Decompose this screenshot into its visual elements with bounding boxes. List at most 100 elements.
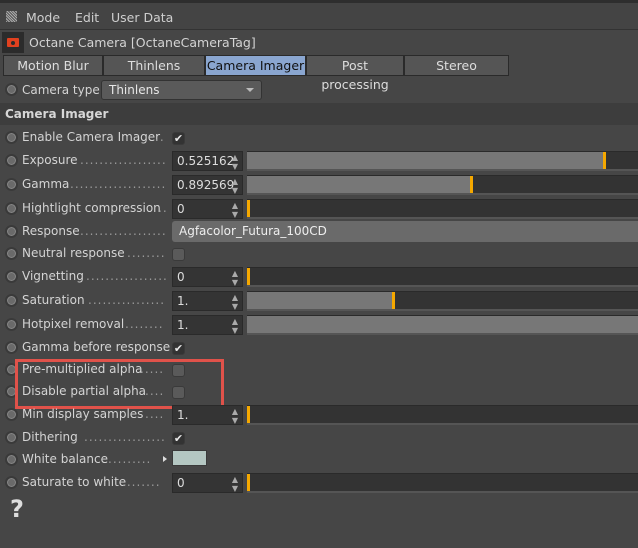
vignetting-input[interactable]: 0 ▲ ▼: [172, 267, 243, 287]
row-gamma: Gamma .................... 0.892569 ▲ ▼: [0, 174, 638, 196]
menu-bar: Mode Edit User Data: [0, 0, 638, 30]
slider-fill: [247, 152, 603, 169]
label: Neutral response: [22, 246, 125, 260]
animate-radio-icon[interactable]: [5, 225, 18, 238]
value: 1.: [177, 294, 189, 308]
animate-radio-icon[interactable]: [5, 341, 18, 354]
animate-radio-icon[interactable]: [5, 83, 18, 96]
menu-edit[interactable]: Edit: [75, 10, 99, 25]
stepper-icon[interactable]: ▲ ▼: [232, 406, 238, 425]
row-dithering: Dithering ................. ✔: [0, 427, 638, 449]
leader-dots: .................: [84, 430, 166, 444]
leader-dots: ........: [125, 317, 164, 331]
animate-radio-icon[interactable]: [5, 453, 18, 466]
slider-handle[interactable]: [247, 200, 250, 217]
slider-handle[interactable]: [603, 152, 606, 169]
saturation-input[interactable]: 1. ▲ ▼: [172, 291, 243, 311]
grip-icon[interactable]: [6, 11, 17, 22]
row-vignetting: Vignetting ................. 0 ▲ ▼: [0, 266, 638, 288]
value: 1.: [177, 408, 189, 422]
min-display-samples-slider[interactable]: [247, 405, 638, 425]
section-header: Camera Imager: [0, 103, 638, 125]
row-white-balance: White balance .........: [0, 449, 638, 471]
label: White balance: [22, 452, 108, 466]
animate-radio-icon[interactable]: [5, 202, 18, 215]
saturate-to-white-input[interactable]: 0 ▲ ▼: [172, 473, 243, 493]
expand-arrow-icon[interactable]: [163, 456, 167, 462]
tab-post-processing[interactable]: Post processing: [306, 55, 404, 92]
animate-radio-icon[interactable]: [5, 294, 18, 307]
exposure-input[interactable]: 0.525162 ▲ ▼: [172, 151, 243, 171]
hotpixel-removal-input[interactable]: 1. ▲ ▼: [172, 315, 243, 335]
row-gamma-before-response: Gamma before response ✔: [0, 337, 638, 359]
leader-dots: ..: [155, 130, 165, 144]
slider-handle[interactable]: [247, 406, 250, 423]
highlight-box: [15, 359, 224, 409]
dithering-checkbox[interactable]: ✔: [172, 432, 185, 445]
exposure-slider[interactable]: [247, 151, 638, 171]
min-display-samples-input[interactable]: 1. ▲ ▼: [172, 405, 243, 425]
animate-radio-icon[interactable]: [5, 476, 18, 489]
hotpixel-removal-slider[interactable]: [247, 315, 638, 335]
value: 0: [177, 476, 185, 490]
leader-dots: ....: [145, 407, 165, 421]
label: Vignetting: [22, 269, 84, 283]
stepper-icon[interactable]: ▲ ▼: [232, 152, 238, 171]
animate-radio-icon[interactable]: [5, 270, 18, 283]
slider-fill: [247, 292, 392, 309]
camera-tag-icon: [2, 32, 24, 53]
slider-handle[interactable]: [392, 292, 395, 309]
saturate-to-white-slider[interactable]: [247, 473, 638, 493]
tab-bar: Motion Blur Thinlens Camera Imager Post …: [3, 55, 509, 92]
value: 0: [177, 270, 185, 284]
gamma-slider[interactable]: [247, 175, 638, 195]
row-response: Response .................. Agfacolor_Fu…: [0, 221, 638, 243]
slider-handle[interactable]: [247, 268, 250, 285]
label: Saturation: [22, 293, 85, 307]
tab-camera-imager[interactable]: Camera Imager: [205, 55, 306, 76]
animate-radio-icon[interactable]: [5, 247, 18, 260]
stepper-icon[interactable]: ▲ ▼: [232, 292, 238, 311]
animate-radio-icon[interactable]: [5, 178, 18, 191]
tab-thinlens[interactable]: Thinlens: [103, 55, 205, 76]
stepper-icon[interactable]: ▲ ▼: [232, 474, 238, 493]
row-saturate-to-white: Saturate to white ........ 0 ▲ ▼: [0, 472, 638, 494]
stepper-icon[interactable]: ▲ ▼: [232, 200, 238, 219]
slider-handle[interactable]: [470, 176, 473, 193]
animate-radio-icon[interactable]: [5, 318, 18, 331]
enable-camera-imager-checkbox[interactable]: ✔: [172, 132, 185, 145]
leader-dots: ........: [122, 475, 161, 489]
leader-dots: ....................: [70, 177, 167, 191]
label: Gamma: [22, 177, 70, 191]
white-balance-color-swatch[interactable]: [172, 450, 207, 466]
menu-mode[interactable]: Mode: [26, 10, 60, 25]
tab-stereo[interactable]: Stereo: [404, 55, 509, 76]
tab-motion-blur[interactable]: Motion Blur: [3, 55, 103, 76]
animate-radio-icon[interactable]: [5, 154, 18, 167]
menu-user-data[interactable]: User Data: [111, 10, 173, 25]
label: Enable Camera Imager: [22, 130, 161, 144]
stepper-icon[interactable]: ▲ ▼: [232, 176, 238, 195]
slider-handle[interactable]: [247, 474, 250, 491]
vignetting-slider[interactable]: [247, 267, 638, 287]
leader-dots: ..................: [80, 153, 167, 167]
row-neutral-response: Neutral response ........: [0, 243, 638, 265]
gamma-before-response-checkbox[interactable]: ✔: [172, 342, 185, 355]
highlight-compression-input[interactable]: 0 ▲ ▼: [172, 199, 243, 219]
leader-dots: .................: [86, 269, 168, 283]
neutral-response-checkbox[interactable]: [172, 248, 185, 261]
animate-radio-icon[interactable]: [5, 131, 18, 144]
leader-dots: ........: [127, 246, 166, 260]
gamma-input[interactable]: 0.892569 ▲ ▼: [172, 175, 243, 195]
highlight-compression-slider[interactable]: [247, 199, 638, 219]
saturation-slider[interactable]: [247, 291, 638, 311]
response-dropdown[interactable]: Agfacolor_Futura_100CD: [172, 221, 638, 242]
animate-radio-icon[interactable]: [5, 431, 18, 444]
value: 0: [177, 202, 185, 216]
stepper-icon[interactable]: ▲ ▼: [232, 316, 238, 335]
help-icon[interactable]: ?: [10, 495, 24, 523]
camera-type-dropdown[interactable]: Thinlens: [101, 80, 262, 100]
label: Response: [22, 224, 80, 238]
stepper-icon[interactable]: ▲ ▼: [232, 268, 238, 287]
animate-radio-icon[interactable]: [5, 408, 18, 421]
